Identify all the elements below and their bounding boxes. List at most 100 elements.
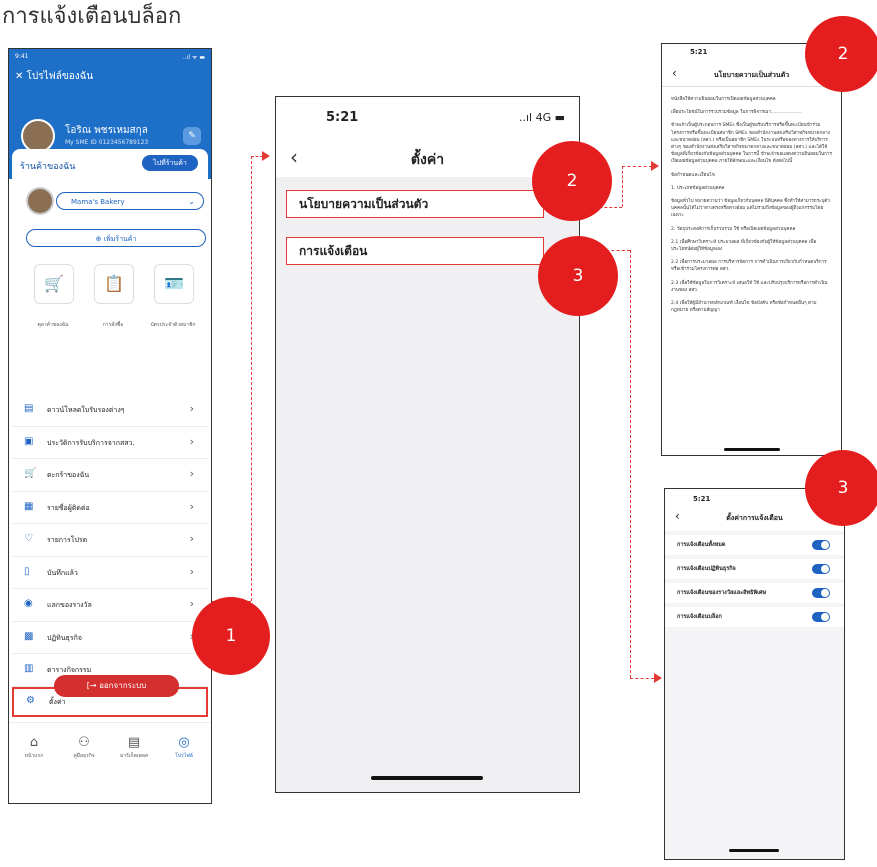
gear-icon: ⚙ — [26, 694, 35, 706]
chevron-right-icon: › — [189, 467, 194, 480]
heart-icon: ♡ — [24, 533, 33, 544]
settings-screen: 5:21 ..ıl 4G ▬ ‹ ตั้งค่า นโยบายความเป็นส… — [275, 96, 580, 793]
chevron-right-icon: › — [189, 532, 194, 545]
member-card-icon[interactable]: 🪪 — [154, 264, 194, 304]
tile-label: บัตรประจำตัวสมาชิก — [150, 322, 196, 328]
page-heading: การแจ้งเตือนบล็อก — [2, 4, 182, 29]
user-name: โอริณ พชรเหมสกุล — [65, 125, 148, 136]
menu-item-calendar[interactable]: ▩ปฏิทินธุรกิจ› — [12, 622, 208, 654]
menu-item-rewards[interactable]: ◉ แลกของรางวัล › — [12, 589, 208, 622]
shop-selector[interactable]: Mama's Bakery ⌄ — [56, 192, 204, 210]
edit-profile-button[interactable]: ✎ — [183, 127, 201, 145]
menu-item-history[interactable]: ▣ ประวัติการรับบริการจากสสว. › — [12, 427, 208, 459]
menu-label: ดาวน์โหลดใบรับรองต่างๆ — [47, 406, 125, 414]
menu-item-saved[interactable]: ▯ บันทึกแล้ว › — [12, 557, 208, 589]
menu-label: ปฏิทินธุรกิจ — [47, 633, 82, 642]
toggle-label: การแจ้งเตือนของรางวัลและสิทธิพิเศษ — [677, 590, 767, 596]
nav-bar: 5:21 ..ıl 4G ▬ ‹ ตั้งค่า — [276, 97, 579, 177]
clipboard-icon[interactable]: 📋 — [94, 264, 134, 304]
arrow-icon — [262, 151, 270, 161]
shop-name: Mama's Bakery — [71, 198, 125, 206]
notification-toggle[interactable] — [812, 612, 830, 622]
tab-market[interactable]: ▤ มาร์เก็ตเพลส — [109, 735, 159, 760]
toggle-row-rewards: การแจ้งเตือนของรางวัลและสิทธิพิเศษ — [665, 583, 844, 603]
menu-label: รายการโปรด — [47, 536, 88, 544]
tab-partner[interactable]: ⚇ คู่มือธุรกิจ — [59, 735, 109, 760]
toggle-row-calendar: การแจ้งเตือนปฏิทินธุรกิจ — [665, 559, 844, 579]
tab-profile[interactable]: ◎ โปรไฟล์ — [159, 735, 209, 760]
policy-paragraph: 1. ประเภทข้อมูลส่วนบุคคล — [671, 185, 725, 191]
connector-line — [622, 166, 652, 167]
partner-icon: ⚇ — [78, 735, 90, 750]
menu-label: รายชื่อผู้ติดต่อ — [47, 503, 90, 512]
toggle-label: การแจ้งเตือนปฏิทินธุรกิจ — [677, 566, 736, 572]
policy-paragraph: 2.4 เพื่อให้ผู้มีอำนาจหลักเกณฑ์ เงื่อนไข… — [671, 301, 817, 314]
market-icon: ▤ — [127, 735, 141, 750]
status-time: 5:21 — [690, 48, 708, 56]
home-indicator — [371, 776, 483, 780]
tile-label: การสั่งซื้อ — [102, 322, 124, 328]
user-id: My SME ID 0123456789123 — [65, 139, 149, 146]
bookmark-icon: ▯ — [24, 565, 30, 577]
activity-icon: ▥ — [24, 663, 34, 674]
menu-label: บันทึกแล้ว — [47, 568, 78, 577]
home-indicator — [729, 849, 779, 852]
connector-line — [630, 250, 631, 678]
menu-item-contacts[interactable]: ▦ รายชื่อผู้ติดต่อ › — [12, 492, 208, 524]
chevron-right-icon: › — [189, 402, 194, 415]
basket-icon: 🛒 — [24, 468, 37, 479]
screen-title[interactable]: ✕ โปรไฟล์ของฉัน — [15, 69, 93, 84]
add-shop-button[interactable]: ⊕ เพิ่มร้านค้า — [26, 229, 206, 247]
tab-label: คู่มือธุรกิจ — [73, 753, 95, 759]
go-to-shop-button[interactable]: ไปที่ร้านค้า — [142, 155, 198, 171]
menu-item-downloads[interactable]: ▤ ดาวน์โหลดใบรับรองต่างๆ › — [12, 394, 208, 427]
menu-item-basket[interactable]: 🛒 ตะกร้าของฉัน › — [12, 459, 208, 492]
status-icons: ..ıl 4G ▬ — [518, 111, 565, 124]
policy-paragraph: ข้อกำหนดและเงื่อนไข — [671, 172, 715, 178]
notification-toggle[interactable] — [812, 540, 830, 550]
connector-line — [630, 678, 654, 679]
step-badge: 2 — [805, 16, 877, 92]
privacy-policy-row[interactable]: นโยบายความเป็นส่วนตัว — [286, 190, 544, 218]
my-shop-card: ร้านค้าของฉัน ไปที่ร้านค้า Mama's Bakery… — [12, 149, 208, 379]
chevron-right-icon: › — [189, 564, 194, 578]
chevron-down-icon: ⌄ — [188, 197, 195, 206]
shop-section-title: ร้านค้าของฉัน — [20, 162, 76, 172]
toggle-label: การแจ้งเตือนบล็อก — [677, 614, 722, 620]
policy-paragraph: ข้อมูลทั่วไป หมายความว่า ข้อมูลเกี่ยวกับ… — [671, 199, 830, 219]
menu-label: ตะกร้าของฉัน — [47, 471, 90, 479]
policy-paragraph: 2.1 เพื่อศึกษาวิเคราะห์ ประมวลผล ที่เกี่… — [671, 239, 817, 253]
profile-screen: 9:41 ..ıl ᯤ ▬ ✕ โปรไฟล์ของฉัน โอริณ พชรเ… — [8, 48, 212, 804]
policy-paragraph: หนังสือให้ความยินยอมในการเปิดเผยข้อมูลส่… — [671, 97, 776, 102]
home-icon: ⌂ — [29, 735, 39, 750]
chevron-right-icon: › — [189, 499, 194, 513]
shop-avatar — [26, 187, 54, 215]
connector-line — [622, 166, 623, 207]
profile-icon: ◎ — [178, 735, 190, 750]
arrow-icon — [651, 161, 659, 171]
status-time: 5:21 — [693, 495, 711, 503]
policy-paragraph: ข้าพเจ้าเป็นผู้ประกอบการ SMEs ซึ่งเป็นผู… — [671, 123, 832, 165]
cart-icon[interactable]: 🛒 — [34, 264, 74, 304]
gift-icon: ◉ — [24, 598, 33, 609]
chevron-right-icon: › — [189, 434, 194, 448]
policy-paragraph: 2.3 เพื่อใช้ข้อมูลในการวิเคราะห์ เสนอให้… — [671, 280, 828, 293]
step-badge: 3 — [538, 236, 618, 316]
notification-toggle[interactable] — [812, 564, 830, 574]
arrow-icon — [654, 673, 662, 683]
connector-line — [251, 156, 252, 601]
policy-paragraph: เพื่อประโยชน์ในการรวบรวมข้อมูล ในการพิจา… — [671, 110, 802, 116]
status-icons: ..ıl ᯤ ▬ — [182, 54, 205, 61]
tab-home[interactable]: ⌂ หน้าแรก — [9, 735, 59, 760]
tab-label: มาร์เก็ตเพลส — [120, 753, 148, 759]
notifications-row[interactable]: การแจ้งเตือน — [286, 237, 544, 265]
notification-settings-screen: 5:21 ‹ ตั้งค่าการแจ้งเตือน การแจ้งเตือนท… — [664, 488, 845, 860]
tab-label: โปรไฟล์ — [175, 753, 193, 759]
history-icon: ▣ — [24, 435, 34, 447]
logout-button[interactable]: [→ ออกจากระบบ — [54, 675, 179, 697]
calendar-icon: ▩ — [24, 630, 34, 642]
notification-toggle[interactable] — [812, 588, 830, 598]
toggle-row-blog: การแจ้งเตือนบล็อก — [665, 607, 844, 627]
menu-item-favorites[interactable]: ♡ รายการโปรด › — [12, 524, 208, 557]
bottom-tab-bar: ⌂ หน้าแรก ⚇ คู่มือธุรกิจ ▤ มาร์เก็ตเพลส ◎ โป… — [9, 722, 211, 803]
